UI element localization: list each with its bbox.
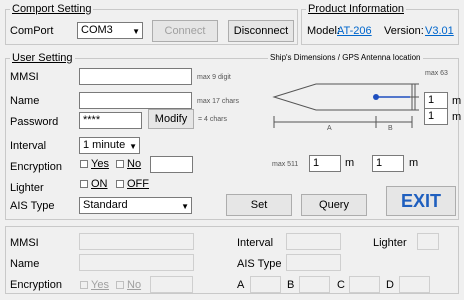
mmsi-input[interactable] (79, 68, 192, 85)
readout-interval-field (286, 233, 341, 250)
name-hint: max 17 chars (197, 98, 240, 105)
password-hint: = 4 chars (198, 116, 227, 123)
b-unit: m (409, 157, 419, 169)
interval-select-value: 1 minute (83, 139, 126, 151)
comport-label: ComPort (10, 25, 54, 37)
encryption-key-input[interactable] (150, 156, 193, 173)
readout-ais-type-label: AIS Type (237, 258, 282, 270)
checkbox-icon (80, 281, 88, 290)
readout-name-label: Name (10, 258, 40, 270)
set-button[interactable]: Set (226, 194, 292, 216)
a-unit: m (345, 157, 355, 169)
max63-hint: max 63 (425, 70, 448, 77)
readout-lighter-field (417, 233, 439, 250)
max511-hint: max 511 (272, 161, 299, 168)
readout-enc-yes-label: Yes (91, 279, 109, 291)
checkbox-icon (80, 180, 88, 189)
ais-type-label: AIS Type (10, 200, 55, 212)
disconnect-button[interactable]: Disconnect (228, 20, 294, 42)
readout-mmsi-label: MMSI (10, 237, 39, 249)
model-link[interactable]: AT-206 (337, 25, 372, 37)
readout-encryption-label: Encryption (10, 279, 62, 291)
encryption-yes-label: Yes (91, 158, 109, 170)
comport-select[interactable]: COM3 ▼ (77, 22, 143, 39)
ais-type-select[interactable]: Standard ▼ (79, 197, 192, 214)
encryption-no-checkbox[interactable]: No (116, 158, 141, 170)
lighter-on-checkbox[interactable]: ON (80, 178, 108, 190)
readout-b-field (299, 276, 330, 293)
checkbox-icon (116, 180, 124, 189)
readout-c-field (349, 276, 380, 293)
interval-label: Interval (10, 140, 47, 152)
readout-a-field (250, 276, 281, 293)
product-legend: Product Information (306, 3, 406, 15)
readout-enc-no-label: No (127, 279, 142, 291)
chevron-down-icon: ▼ (132, 27, 140, 36)
encryption-yes-checkbox[interactable]: Yes (80, 158, 109, 170)
interval-select[interactable]: 1 minute ▼ (79, 137, 140, 154)
comport-legend: Comport Setting (10, 3, 94, 15)
readout-interval-label: Interval (237, 237, 274, 249)
name-input[interactable] (79, 92, 192, 109)
readout-enc-no: No (116, 279, 141, 291)
mmsi-hint: max 9 digit (197, 74, 231, 81)
lighter-label: Lighter (10, 182, 44, 194)
lighter-off-label: OFF (127, 178, 149, 190)
comport-select-value: COM3 (81, 24, 113, 36)
c-unit: m (452, 111, 462, 123)
readout-mmsi-field (79, 233, 194, 250)
modify-button[interactable]: Modify (148, 109, 194, 129)
checkbox-icon (116, 281, 124, 290)
readout-b-label: B (287, 279, 295, 291)
readout-lighter-label: Lighter (373, 237, 407, 249)
c-input[interactable]: 1 (424, 108, 448, 125)
readout-c-label: C (337, 279, 345, 291)
readout-a-label: A (237, 279, 245, 291)
lighter-off-checkbox[interactable]: OFF (116, 178, 149, 190)
query-button[interactable]: Query (301, 194, 367, 216)
version-label: Version: (384, 25, 424, 37)
ship-label-a: A (327, 125, 332, 132)
password-label: Password (10, 116, 59, 128)
user-setting-legend: User Setting (10, 52, 75, 64)
encryption-label: Encryption (10, 161, 62, 173)
connect-button[interactable]: Connect (152, 20, 218, 42)
ais-type-select-value: Standard (83, 199, 128, 211)
encryption-no-label: No (127, 158, 142, 170)
checkbox-icon (80, 160, 88, 169)
readout-d-label: D (386, 279, 394, 291)
password-input[interactable]: **** (79, 112, 142, 129)
antenna-title: Ship's Dimensions / GPS Antenna location (268, 53, 423, 62)
chevron-down-icon: ▼ (129, 142, 137, 151)
exit-button[interactable]: EXIT (386, 186, 456, 216)
checkbox-icon (116, 160, 124, 169)
ship-label-b: B (388, 125, 393, 132)
name-label: Name (10, 95, 40, 107)
version-link[interactable]: V3.01 (425, 25, 454, 37)
a-input[interactable]: 1 (309, 155, 341, 172)
readout-name-field (79, 254, 194, 271)
ship-diagram (272, 83, 419, 128)
readout-d-field (399, 276, 430, 293)
lighter-on-label: ON (91, 178, 108, 190)
readout-enc-field (150, 276, 193, 293)
readout-enc-yes: Yes (80, 279, 109, 291)
b-input[interactable]: 1 (372, 155, 404, 172)
readout-ais-type-field (286, 254, 341, 271)
d-input[interactable]: 1 (424, 92, 448, 109)
mmsi-label: MMSI (10, 71, 39, 83)
chevron-down-icon: ▼ (181, 202, 189, 211)
model-label: Model: (307, 25, 341, 37)
d-unit: m (452, 95, 462, 107)
